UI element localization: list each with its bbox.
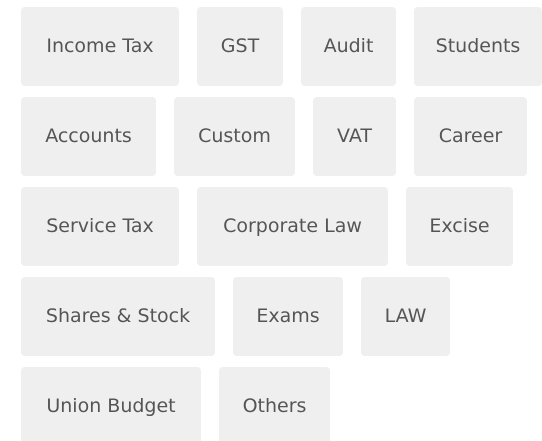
tag-custom[interactable]: Custom [174,97,295,176]
tag-audit[interactable]: Audit [301,7,396,86]
tag-corporate-law[interactable]: Corporate Law [197,187,388,266]
tag-union-budget[interactable]: Union Budget [21,367,201,441]
tag-shares-stock[interactable]: Shares & Stock [21,277,215,356]
tag-career[interactable]: Career [414,97,527,176]
tag-vat[interactable]: VAT [313,97,396,176]
tag-exams[interactable]: Exams [233,277,343,356]
tag-gst[interactable]: GST [197,7,283,86]
tag-accounts[interactable]: Accounts [21,97,156,176]
tag-cloud: Income Tax GST Audit Students Accounts C… [0,0,542,441]
tag-excise[interactable]: Excise [406,187,513,266]
tag-others[interactable]: Others [219,367,330,441]
tag-income-tax[interactable]: Income Tax [21,7,179,86]
tag-students[interactable]: Students [414,7,542,86]
tag-service-tax[interactable]: Service Tax [21,187,179,266]
tag-law[interactable]: LAW [361,277,450,356]
